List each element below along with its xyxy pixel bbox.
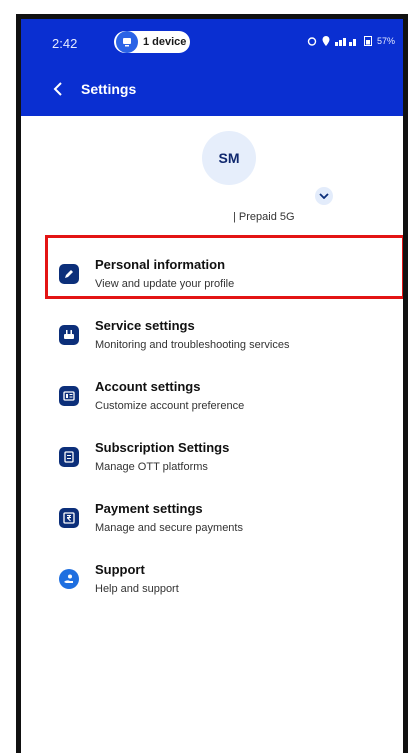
battery-percent: 57% [376,35,395,46]
account-card-icon [59,386,79,406]
router-icon [59,325,79,345]
chevron-down-icon [319,193,329,199]
device-count-label: 1 device [143,36,187,48]
status-bar: 2:42 1 device 57% [21,19,403,65]
page-title: Settings [81,81,137,97]
menu-item-title: Subscription Settings [95,440,230,455]
nav-bar: Settings [21,71,403,107]
menu-item-subtitle: Manage and secure payments [95,522,243,534]
menu-item-subtitle: Help and support [95,583,179,595]
menu-item-title: Payment settings [95,501,203,516]
support-hand-icon [59,569,79,589]
back-arrow-icon[interactable] [53,81,69,97]
battery-icon [363,36,372,46]
avatar[interactable]: SM [202,131,256,185]
signal-icon [334,37,356,46]
phone-frame: 2:42 1 device 57% Settings SM | Prepaid … [16,14,408,753]
plan-label: | Prepaid 5G [233,211,295,223]
menu-item-account-settings[interactable]: Account settings Customize account prefe… [45,376,403,432]
alarm-icon [307,36,317,46]
avatar-initials: SM [218,150,240,166]
status-time: 2:42 [52,36,78,51]
subscription-icon [59,447,79,467]
menu-item-subtitle: Manage OTT platforms [95,461,208,473]
location-icon [322,35,330,46]
connected-device-pill[interactable]: 1 device [114,31,190,53]
menu-item-subtitle: Customize account preference [95,400,245,412]
menu-item-subscription-settings[interactable]: Subscription Settings Manage OTT platfor… [45,437,403,493]
profile-expand-button[interactable] [315,187,333,205]
menu-item-service-settings[interactable]: Service settings Monitoring and troubles… [45,315,403,371]
menu-item-subtitle: Monitoring and troubleshooting services [95,339,290,351]
status-icons: 57% [307,35,395,46]
rupee-icon [59,508,79,528]
menu-item-support[interactable]: Support Help and support [45,559,403,615]
device-icon [116,31,138,53]
menu-item-title: Account settings [95,379,201,394]
menu-item-title: Support [95,562,145,577]
menu-item-payment-settings[interactable]: Payment settings Manage and secure payme… [45,498,403,554]
highlight-box [45,235,403,299]
top-bar: 2:42 1 device 57% Settings [21,19,403,116]
menu-item-title: Service settings [95,318,195,333]
